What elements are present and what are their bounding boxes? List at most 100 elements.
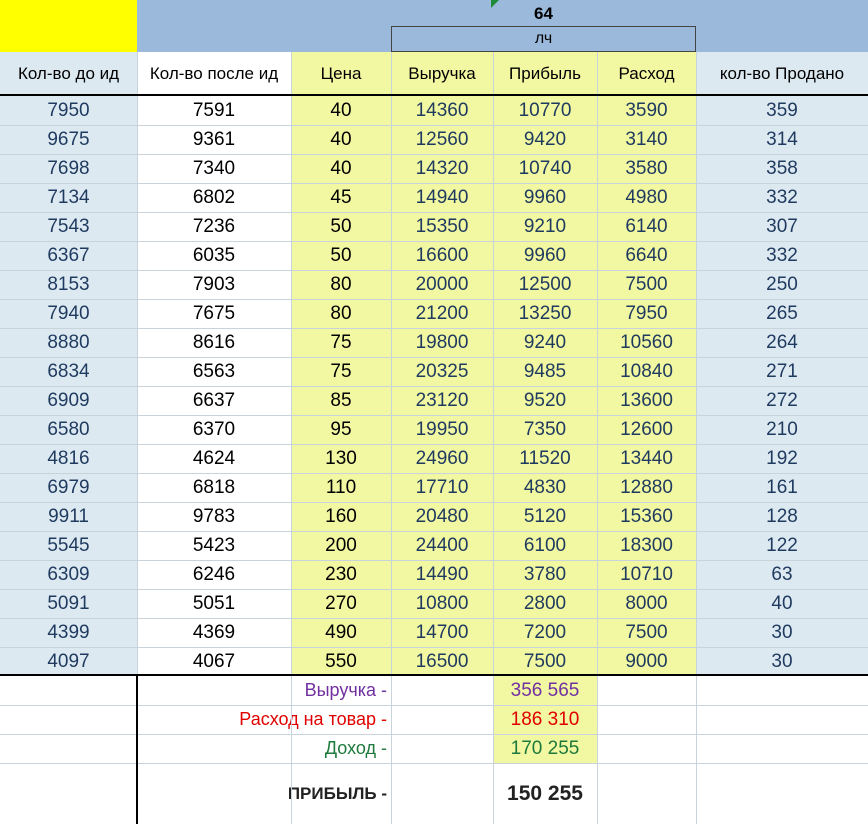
cell-price[interactable]: 40: [291, 96, 391, 125]
cell-after-id[interactable]: 6563: [137, 357, 291, 386]
cell-price[interactable]: 490: [291, 618, 391, 647]
summary-label[interactable]: ПРИБЫЛЬ -: [137, 763, 391, 824]
cell-price[interactable]: 75: [291, 357, 391, 386]
cell-profit[interactable]: 2800: [493, 589, 597, 618]
cell-price[interactable]: 130: [291, 444, 391, 473]
cell-before-id[interactable]: 6979: [0, 473, 137, 502]
cell-before-id[interactable]: 4399: [0, 618, 137, 647]
cell-after-id[interactable]: 6818: [137, 473, 291, 502]
summary-label[interactable]: Выручка -: [137, 676, 391, 705]
cell-profit[interactable]: 5120: [493, 502, 597, 531]
corner-cell[interactable]: [0, 0, 137, 52]
cell-revenue[interactable]: 17710: [391, 473, 493, 502]
cell-sold[interactable]: 332: [696, 183, 868, 212]
cell-price[interactable]: 50: [291, 212, 391, 241]
header-top-value[interactable]: 64: [391, 2, 696, 26]
cell-sold[interactable]: 264: [696, 328, 868, 357]
cell-profit[interactable]: 10740: [493, 154, 597, 183]
cell-before-id[interactable]: 5545: [0, 531, 137, 560]
cell-expense[interactable]: 15360: [597, 502, 696, 531]
cell-revenue[interactable]: 14360: [391, 96, 493, 125]
cell-after-id[interactable]: 6246: [137, 560, 291, 589]
cell-expense[interactable]: 8000: [597, 589, 696, 618]
cell-profit[interactable]: 9485: [493, 357, 597, 386]
cell-sold[interactable]: 272: [696, 386, 868, 415]
cell-before-id[interactable]: 8153: [0, 270, 137, 299]
cell-price[interactable]: 45: [291, 183, 391, 212]
cell-after-id[interactable]: 7340: [137, 154, 291, 183]
col-header-revenue[interactable]: Выручка: [391, 52, 493, 95]
cell-revenue[interactable]: 10800: [391, 589, 493, 618]
cell-expense[interactable]: 3580: [597, 154, 696, 183]
summary-label[interactable]: Расход на товар -: [137, 705, 391, 734]
cell-revenue[interactable]: 20000: [391, 270, 493, 299]
cell-sold[interactable]: 265: [696, 299, 868, 328]
cell-before-id[interactable]: 9675: [0, 125, 137, 154]
cell-profit[interactable]: 13250: [493, 299, 597, 328]
cell-price[interactable]: 80: [291, 270, 391, 299]
cell-sold[interactable]: 30: [696, 618, 868, 647]
cell-revenue[interactable]: 16500: [391, 647, 493, 676]
cell-revenue[interactable]: 23120: [391, 386, 493, 415]
cell-revenue[interactable]: 14940: [391, 183, 493, 212]
cell-revenue[interactable]: 19950: [391, 415, 493, 444]
cell-price[interactable]: 95: [291, 415, 391, 444]
cell-expense[interactable]: 12880: [597, 473, 696, 502]
cell-revenue[interactable]: 24400: [391, 531, 493, 560]
cell-price[interactable]: 200: [291, 531, 391, 560]
cell-price[interactable]: 40: [291, 125, 391, 154]
cell-sold[interactable]: 122: [696, 531, 868, 560]
cell-before-id[interactable]: 7134: [0, 183, 137, 212]
cell-after-id[interactable]: 5423: [137, 531, 291, 560]
cell-profit[interactable]: 7350: [493, 415, 597, 444]
cell-after-id[interactable]: 6035: [137, 241, 291, 270]
cell-price[interactable]: 85: [291, 386, 391, 415]
cell-profit[interactable]: 7500: [493, 647, 597, 676]
cell-expense[interactable]: 4980: [597, 183, 696, 212]
cell-profit[interactable]: 3780: [493, 560, 597, 589]
cell-before-id[interactable]: 5091: [0, 589, 137, 618]
cell-price[interactable]: 80: [291, 299, 391, 328]
cell-sold[interactable]: 359: [696, 96, 868, 125]
summary-value[interactable]: 356 565: [493, 676, 597, 705]
cell-revenue[interactable]: 15350: [391, 212, 493, 241]
summary-value[interactable]: 150 255: [493, 763, 597, 824]
cell-sold[interactable]: 210: [696, 415, 868, 444]
cell-after-id[interactable]: 4369: [137, 618, 291, 647]
cell-expense[interactable]: 12600: [597, 415, 696, 444]
cell-profit[interactable]: 6100: [493, 531, 597, 560]
cell-after-id[interactable]: 7675: [137, 299, 291, 328]
cell-sold[interactable]: 128: [696, 502, 868, 531]
cell-after-id[interactable]: 4067: [137, 647, 291, 676]
cell-profit[interactable]: 9960: [493, 183, 597, 212]
cell-before-id[interactable]: 7543: [0, 212, 137, 241]
cell-sold[interactable]: 40: [696, 589, 868, 618]
cell-revenue[interactable]: 14700: [391, 618, 493, 647]
cell-sold[interactable]: 314: [696, 125, 868, 154]
cell-before-id[interactable]: 4816: [0, 444, 137, 473]
cell-before-id[interactable]: 4097: [0, 647, 137, 676]
summary-label[interactable]: Доход -: [137, 734, 391, 763]
cell-after-id[interactable]: 6802: [137, 183, 291, 212]
cell-expense[interactable]: 9000: [597, 647, 696, 676]
cell-after-id[interactable]: 7903: [137, 270, 291, 299]
cell-price[interactable]: 110: [291, 473, 391, 502]
cell-profit[interactable]: 12500: [493, 270, 597, 299]
cell-price[interactable]: 75: [291, 328, 391, 357]
cell-revenue[interactable]: 21200: [391, 299, 493, 328]
cell-after-id[interactable]: 7236: [137, 212, 291, 241]
cell-after-id[interactable]: 9361: [137, 125, 291, 154]
cell-sold[interactable]: 63: [696, 560, 868, 589]
cell-profit[interactable]: 7200: [493, 618, 597, 647]
cell-revenue[interactable]: 12560: [391, 125, 493, 154]
cell-after-id[interactable]: 6637: [137, 386, 291, 415]
col-header-profit[interactable]: Прибыль: [493, 52, 597, 95]
summary-value[interactable]: 186 310: [493, 705, 597, 734]
cell-profit[interactable]: 9520: [493, 386, 597, 415]
cell-revenue[interactable]: 24960: [391, 444, 493, 473]
col-header-after-id[interactable]: Кол-во после ид: [137, 52, 291, 95]
cell-before-id[interactable]: 7940: [0, 299, 137, 328]
cell-expense[interactable]: 7950: [597, 299, 696, 328]
cell-sold[interactable]: 192: [696, 444, 868, 473]
cell-expense[interactable]: 3140: [597, 125, 696, 154]
